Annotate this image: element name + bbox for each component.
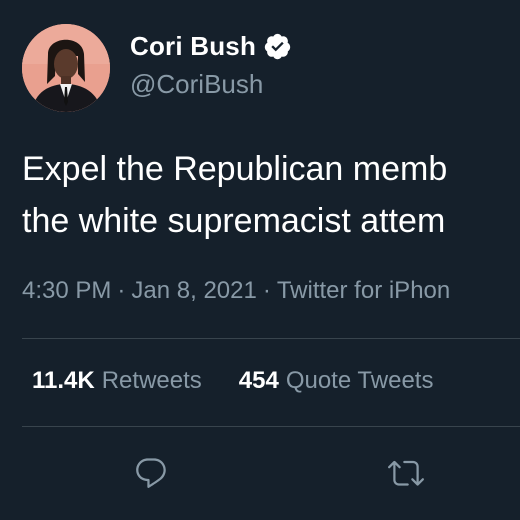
tweet-metadata: 4:30 PM · Jan 8, 2021 · Twitter for iPhon	[22, 277, 520, 305]
tweet-time[interactable]: 4:30 PM	[22, 277, 111, 304]
retweets-label: Retweets	[101, 367, 202, 394]
engagement-stats: 11.4K Retweets 454 Quote Tweets	[32, 367, 433, 395]
retweets-count: 11.4K	[32, 367, 95, 394]
quote-tweets-count: 454	[238, 367, 279, 394]
author-display-name[interactable]: Cori Bush	[130, 31, 256, 62]
tweet-text-line: the white supremacist attem	[22, 202, 446, 240]
retweet-button[interactable]	[388, 455, 424, 491]
reply-button[interactable]	[133, 455, 169, 491]
tweet-source[interactable]: Twitter for iPhon	[277, 277, 450, 304]
avatar[interactable]	[22, 24, 110, 112]
author-name-row: Cori Bush	[130, 31, 292, 62]
tweet-date[interactable]: Jan 8, 2021	[131, 277, 256, 304]
meta-separator: ·	[117, 277, 126, 304]
verified-badge-icon	[263, 32, 292, 61]
retweet-icon	[388, 460, 424, 486]
tweet-text-line: Expel the Republican memb	[22, 150, 448, 188]
author-handle[interactable]: @CoriBush	[130, 69, 263, 100]
divider	[22, 338, 520, 339]
tweet-card: Cori Bush @CoriBush Expel the Republican…	[0, 0, 520, 520]
quote-tweets-stat[interactable]: 454 Quote Tweets	[239, 367, 434, 395]
retweets-stat[interactable]: 11.4K Retweets	[32, 367, 202, 395]
divider	[22, 426, 520, 427]
quote-tweets-label: Quote Tweets	[285, 367, 434, 394]
meta-separator: ·	[262, 277, 271, 304]
reply-icon	[136, 458, 166, 488]
tweet-text: Expel the Republican memb the white supr…	[22, 143, 520, 247]
avatar-portrait-image	[22, 24, 110, 112]
